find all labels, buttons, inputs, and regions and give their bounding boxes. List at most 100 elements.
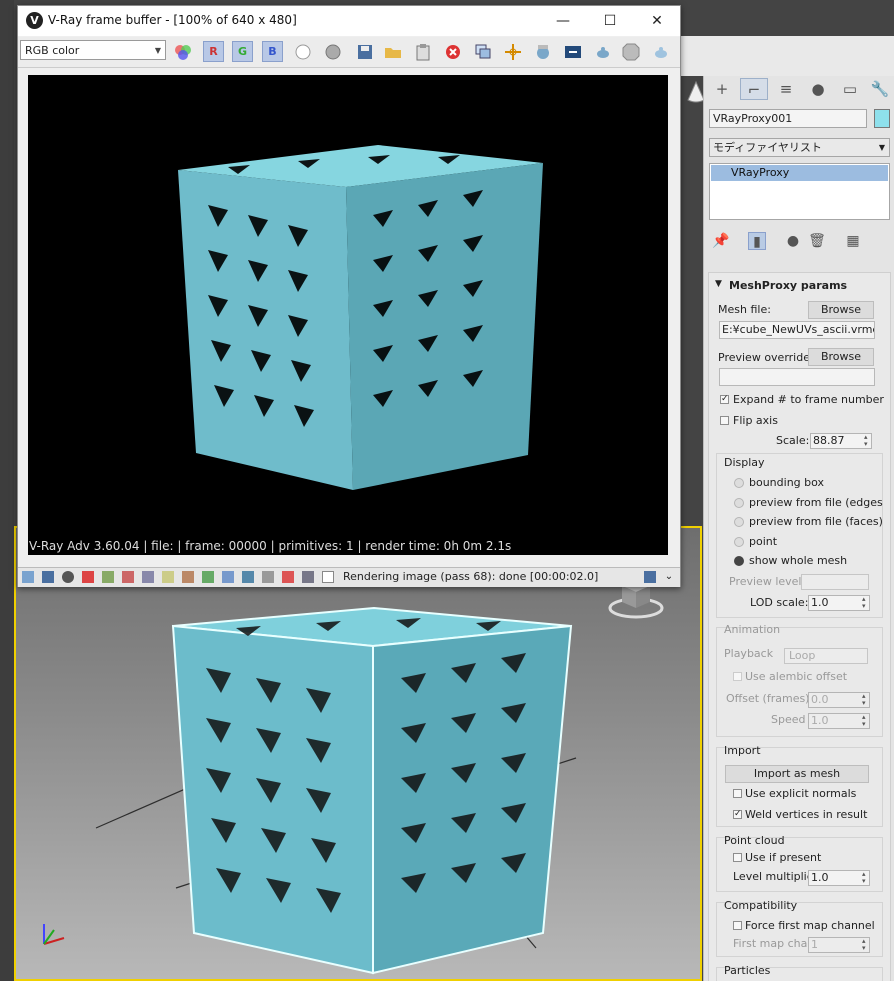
stereo-icon[interactable] [282,571,294,583]
tab-create[interactable]: + [708,78,736,100]
tab-modify[interactable]: ⌐ [740,78,768,100]
exposure-icon[interactable] [122,571,134,583]
render-image[interactable]: V-Ray Adv 3.60.04 | file: | frame: 00000… [28,75,668,555]
display-radio-preview-edges[interactable] [734,498,744,508]
speed-spinner[interactable]: 1.0 [808,713,870,729]
display-option-bounding-box: bounding box [749,476,825,489]
render-teapot-icon[interactable] [594,43,612,61]
pixel-aspect-icon[interactable] [262,571,274,583]
object-name-field[interactable]: VRayProxy001 [709,109,867,128]
object-color-swatch[interactable] [874,109,890,128]
tab-motion[interactable]: ● [804,78,832,100]
color-channels-icon[interactable] [174,43,192,61]
track-mouse-icon[interactable] [504,43,522,61]
command-panel: + ⌐ ≡ ● ▭ 🔧 VRayProxy001 モディファイヤリスト ▼ VRa… [703,76,894,981]
white-circle-icon[interactable] [294,43,312,61]
display-option-preview-faces: preview from file (faces) [749,515,883,528]
preview-override-browse-button[interactable]: Browse [808,348,874,366]
minimize-button[interactable]: — [540,6,586,36]
tab-utilities[interactable]: 🔧 [866,78,894,100]
display-radio-bounding-box[interactable] [734,478,744,488]
clipboard-icon[interactable] [414,43,432,61]
ab-compare-icon[interactable] [322,571,334,583]
histogram-icon[interactable] [142,571,154,583]
preview-level-dropdown[interactable] [801,574,869,590]
display-radio-preview-faces[interactable] [734,517,744,527]
rendered-cube [178,145,543,490]
rollout-title[interactable]: MeshProxy params [729,279,847,292]
green-channel-button[interactable]: G [232,41,253,62]
modifier-list-dropdown[interactable]: モディファイヤリスト ▼ [709,138,890,157]
use-if-present-checkbox[interactable] [733,853,742,862]
playback-dropdown[interactable]: Loop [784,648,868,664]
stop-render-icon[interactable] [622,43,640,61]
channel-select-value: RGB color [25,44,80,57]
render-region-icon[interactable] [534,43,552,61]
open-folder-icon[interactable] [384,43,402,61]
curve-icon[interactable] [102,571,114,583]
offset-spinner[interactable]: 0.0 [808,692,870,708]
force-first-map-checkbox[interactable] [733,921,742,930]
vfb-titlebar[interactable]: V V-Ray frame buffer - [100% of 640 x 48… [18,6,680,36]
first-map-chan-label: First map chan [733,937,815,950]
close-button[interactable]: ✕ [634,6,680,36]
lod-scale-spinner[interactable]: 1.0 [808,595,870,611]
render-icon[interactable] [652,43,670,61]
viewport-cube[interactable] [171,606,573,975]
weld-vertices-checkbox[interactable]: ✓ [733,810,742,819]
display-option-preview-edges: preview from file (edges [749,496,883,509]
vray-frame-buffer-window: V V-Ray frame buffer - [100% of 640 x 48… [17,5,681,587]
pin-stack-icon[interactable]: 📌 [712,232,730,250]
tab-display[interactable]: ▭ [836,78,864,100]
command-panel-tabs: + ⌐ ≡ ● ▭ 🔧 [704,76,894,102]
force-first-map-label: Force first map channel [745,919,875,932]
timeline-icon[interactable] [564,43,582,61]
mesh-file-path-field[interactable]: E:¥cube_NewUVs_ascii.vrmesh [719,321,875,339]
preview-level-label: Preview level: [729,575,806,588]
gray-circle-icon[interactable] [324,43,342,61]
display-option-whole-mesh: show whole mesh [749,554,848,567]
compare-icon[interactable] [242,571,254,583]
icc-icon[interactable] [222,571,234,583]
duplicate-vfb-icon[interactable] [474,43,492,61]
chevron-down-icon[interactable]: ⌄ [663,571,675,583]
display-radio-whole-mesh[interactable] [734,556,744,566]
main-toolbar [678,36,894,103]
history-icon[interactable] [42,571,54,583]
chevron-down-icon: ▼ [154,46,161,55]
import-as-mesh-button[interactable]: Import as mesh [725,765,869,783]
info-icon[interactable] [62,571,74,583]
flip-axis-checkbox[interactable] [720,416,729,425]
preview-override-field[interactable] [719,368,875,386]
lut-icon[interactable] [182,571,194,583]
lens-effects-icon[interactable] [162,571,174,583]
stack-item-vrayproxy[interactable]: VRayProxy [711,165,888,181]
level-multiplier-spinner[interactable]: 1.0 [808,870,870,886]
maximize-button[interactable]: ☐ [587,6,633,36]
perspective-viewport[interactable] [14,526,702,981]
make-unique-icon[interactable]: ● [784,232,802,250]
tab-hierarchy[interactable]: ≡ [772,78,800,100]
remove-modifier-icon[interactable]: 🗑 [808,232,826,250]
first-map-chan-spinner[interactable]: 1 [808,937,870,953]
channel-select[interactable]: RGB color ▼ [20,40,166,60]
scale-spinner[interactable]: 88.87 [810,433,872,449]
blue-channel-button[interactable]: B [262,41,283,62]
srgb-icon[interactable] [302,571,314,583]
rollout-collapse-icon[interactable]: ▼ [715,279,722,289]
display-correction-icon[interactable] [22,571,34,583]
explicit-normals-checkbox[interactable] [733,789,742,798]
expand-frame-checkbox[interactable]: ✓ [720,395,729,404]
red-channel-button[interactable]: R [203,41,224,62]
panel-toggle-icon[interactable] [644,571,656,583]
vfb-statusbar: Rendering image (pass 68): done [00:00:0… [18,567,680,587]
alembic-offset-checkbox[interactable] [733,672,742,681]
display-radio-point[interactable] [734,537,744,547]
configure-sets-icon[interactable]: ▦ [844,232,862,250]
mesh-file-browse-button[interactable]: Browse [808,301,874,319]
levels-icon[interactable] [82,571,94,583]
show-end-result-icon[interactable]: ▮ [748,232,766,250]
ocio-icon[interactable] [202,571,214,583]
clear-image-icon[interactable] [444,43,462,61]
save-icon[interactable] [356,43,374,61]
